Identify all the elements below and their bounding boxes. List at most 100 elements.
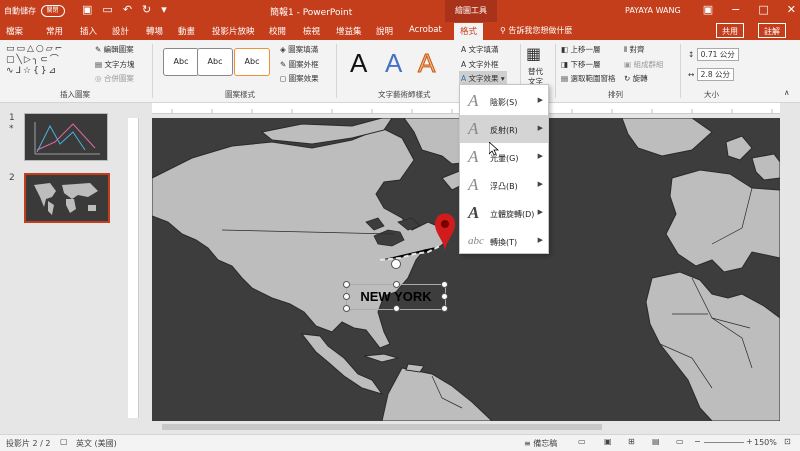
autosave-state[interactable]: 關閉 (40, 5, 65, 17)
spell-check-icon[interactable]: ▢ (60, 437, 68, 446)
shape-effects-button[interactable]: ◻ 圖案效果 (280, 73, 319, 84)
merge-shapes-button[interactable]: ◎ 合併圖案 (95, 73, 134, 84)
slide-sorter-icon[interactable]: ⊞ (628, 437, 635, 446)
height-value[interactable]: 0.71 公分 (696, 48, 739, 61)
menu-item-bevel-label: 浮凸(B) (490, 182, 518, 191)
share-button[interactable]: 共用 (716, 23, 744, 38)
resize-handle[interactable] (441, 293, 448, 300)
drawing-tools-context-title: 繪圖工具 (445, 0, 497, 22)
maximize-icon[interactable]: □ (758, 3, 768, 16)
resize-handle[interactable] (393, 305, 400, 312)
reading-view-icon[interactable]: ▤ (652, 437, 660, 446)
bevel-effect-icon: A (468, 175, 479, 194)
resize-handle[interactable] (393, 281, 400, 288)
text-fill-label: 文字填滿 (468, 45, 499, 54)
bring-forward-button[interactable]: ◧ 上移一層 (561, 44, 600, 55)
tab-addins[interactable]: 增益集 (336, 25, 362, 37)
resize-handle[interactable] (441, 281, 448, 288)
zoom-in-icon[interactable]: + (746, 437, 753, 446)
height-field[interactable]: ↕ 0.71 公分 (688, 48, 739, 61)
tab-transitions[interactable]: 轉場 (146, 25, 163, 37)
shape-fill-icon: ◈ (280, 45, 289, 54)
menu-item-3d-rotation[interactable]: A 立體旋轉(D) ▶ (460, 199, 548, 227)
tab-insert[interactable]: 插入 (80, 25, 97, 37)
text-fill-button[interactable]: A 文字填滿 (461, 44, 499, 55)
resize-handle[interactable] (441, 305, 448, 312)
shape-outline-label: 圖案外框 (288, 60, 319, 69)
menu-item-shadow[interactable]: A 陰影(S) ▶ (460, 87, 548, 115)
shape-fill-button[interactable]: ◈ 圖案填滿 (280, 44, 318, 55)
text-box-button[interactable]: ▤ 文字方塊 (95, 59, 134, 70)
zoom-slider[interactable] (704, 442, 744, 443)
shape-fill-label: 圖案填滿 (288, 45, 319, 54)
wordart-style-3[interactable]: A (417, 48, 435, 79)
edit-shape-button[interactable]: ✎ 編輯圖案 (95, 44, 134, 55)
normal-view-icon[interactable]: ▣ (604, 437, 612, 446)
tab-animations[interactable]: 動畫 (178, 25, 195, 37)
menu-item-glow[interactable]: A 光暈(G) ▶ (460, 143, 548, 171)
tab-design[interactable]: 設計 (112, 25, 129, 37)
save-icon[interactable]: ▣ (82, 3, 92, 16)
group-label: 組成群組 (633, 60, 664, 69)
shape-gallery[interactable]: ▭▭△○▱⌐ ▢╲▷╮⊂⌒ ∿ᒧ☆{}⊿ (6, 44, 82, 77)
present-icon[interactable]: ▭ (102, 3, 112, 16)
comments-button[interactable]: 註解 (758, 23, 786, 38)
menu-item-bevel[interactable]: A 浮凸(B) ▶ (460, 171, 548, 199)
autosave-toggle[interactable]: 自動儲存 關閉 (4, 5, 65, 17)
send-backward-button[interactable]: ◨ 下移一層 (561, 59, 600, 70)
slideshow-view-icon[interactable]: ▭ (676, 437, 684, 446)
selection-pane-button[interactable]: ▤ 選取範圍窗格 (561, 73, 615, 84)
horizontal-scrollbar[interactable] (152, 423, 780, 431)
slide-thumbnail-2[interactable] (24, 173, 110, 223)
tab-view[interactable]: 檢視 (303, 25, 320, 37)
zoom-out-icon[interactable]: − (694, 437, 701, 446)
wordart-style-1[interactable]: A (350, 48, 367, 79)
new-york-label[interactable]: NEW YORK (347, 289, 445, 304)
wordart-style-2[interactable]: A (385, 48, 402, 79)
rotate-handle-icon[interactable] (391, 259, 401, 269)
text-outline-button[interactable]: A 文字外框 (461, 59, 499, 70)
tab-file[interactable]: 檔案 (6, 25, 23, 37)
tab-format[interactable]: 格式 (454, 23, 484, 40)
fit-to-window-icon[interactable]: ⊡ (784, 437, 791, 446)
align-button[interactable]: ⫴ 對齊 (624, 44, 645, 55)
scroll-thumb[interactable] (162, 424, 602, 430)
notes-button[interactable]: ≡ 備忘稿 (524, 438, 557, 449)
ribbon-display-icon[interactable]: ▣ (703, 3, 713, 16)
tab-home[interactable]: 常用 (46, 25, 63, 37)
comments-pane-icon[interactable]: ▭ (578, 437, 586, 446)
resize-handle[interactable] (343, 305, 350, 312)
menu-item-shadow-label: 陰影(S) (490, 98, 518, 107)
rotate-button[interactable]: ↻ 旋轉 (624, 73, 648, 84)
slide-thumbnail-1[interactable] (24, 113, 108, 161)
menu-item-reflection[interactable]: A 反射(R) ▶ (460, 115, 548, 143)
width-field[interactable]: ↔ 2.8 公分 (688, 68, 734, 81)
shape-style-3[interactable]: Abc (234, 48, 270, 76)
shape-effects-icon: ◻ (280, 74, 289, 83)
tab-acrobat[interactable]: Acrobat (409, 25, 442, 35)
shape-style-1[interactable]: Abc (163, 48, 199, 76)
3d-rotation-effect-icon: A (468, 203, 480, 222)
redo-icon[interactable]: ↻ (142, 3, 151, 16)
tab-help[interactable]: 說明 (376, 25, 393, 37)
customize-qat-icon[interactable]: ▾ (161, 3, 167, 16)
shape-outline-button[interactable]: ✎ 圖案外框 (280, 59, 319, 70)
zoom-level[interactable]: 150% (754, 438, 777, 447)
resize-handle[interactable] (343, 293, 350, 300)
collapse-ribbon-icon[interactable]: ∧ (784, 88, 790, 97)
undo-icon[interactable]: ↶ (123, 3, 132, 16)
shape-styles-group-label: 圖案樣式 (225, 90, 255, 99)
minimize-icon[interactable]: − (731, 3, 740, 16)
menu-item-transform[interactable]: abc 轉換(T) ▶ (460, 227, 548, 255)
resize-handle[interactable] (343, 281, 350, 288)
user-name[interactable]: PAYAYA WANG (625, 6, 681, 15)
group-button[interactable]: ▣ 組成群組 (624, 59, 663, 70)
width-value[interactable]: 2.8 公分 (696, 68, 734, 81)
shape-style-2[interactable]: Abc (197, 48, 233, 76)
close-icon[interactable]: ✕ (787, 3, 796, 16)
language-indicator[interactable]: 英文 (美國) (76, 438, 117, 449)
tab-review[interactable]: 校閱 (269, 25, 286, 37)
tab-slideshow[interactable]: 投影片放映 (212, 25, 255, 37)
submenu-arrow-icon: ▶ (537, 152, 543, 160)
tell-me-search[interactable]: ⚲ 告訴我您想做什麼 (500, 25, 572, 36)
